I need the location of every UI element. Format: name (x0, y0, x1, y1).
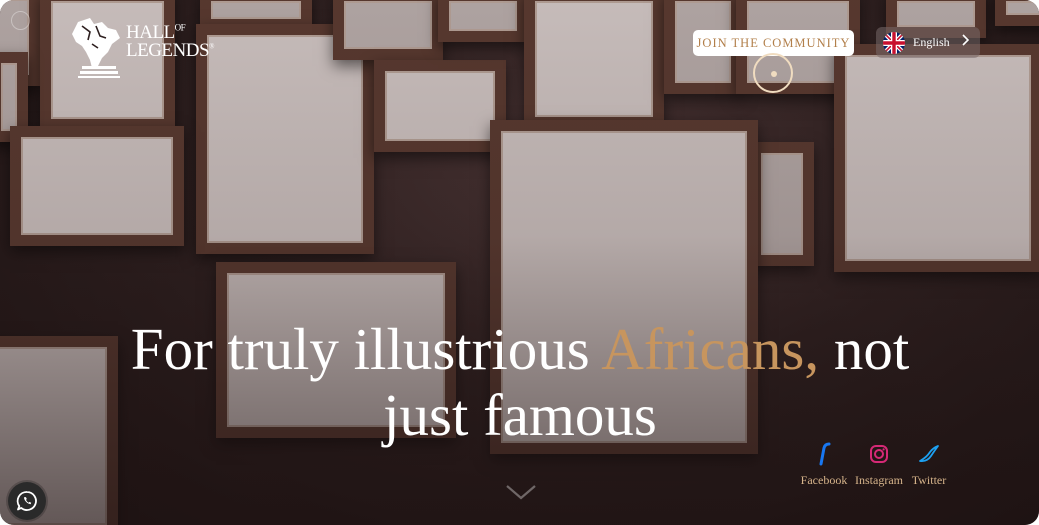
facebook-icon (794, 441, 854, 467)
chevron-right-icon (961, 34, 970, 51)
instagram-label: Instagram (855, 473, 903, 487)
logo-line-of: OF (174, 22, 186, 33)
language-label: English (913, 35, 950, 49)
africa-map-icon (72, 18, 120, 78)
hero-headline: For truly illustrious Africans, not just… (110, 316, 930, 448)
hero-section: HALLOF LEGENDS® JOIN THE COMMUNITY Engli… (0, 0, 1039, 525)
scroll-down-button[interactable] (504, 482, 538, 507)
whatsapp-icon (16, 491, 37, 511)
hall-of-legends-logo[interactable]: HALLOF LEGENDS® (68, 16, 238, 80)
language-selector[interactable]: English (876, 27, 980, 58)
loader-ring (11, 11, 30, 30)
chevron-down-icon (506, 485, 536, 500)
facebook-label: Facebook (800, 473, 848, 487)
cursor-dot (771, 71, 777, 77)
twitter-link[interactable]: Twitter (899, 441, 959, 488)
headline-accent-text: Africans, (601, 316, 820, 382)
headline-text-start: For truly illustrious (130, 316, 602, 382)
registered-mark: ® (209, 42, 214, 51)
facebook-link[interactable]: Facebook (794, 441, 854, 488)
twitter-icon (899, 441, 959, 467)
twitter-label: Twitter (911, 473, 947, 487)
logo-line-legends: LEGENDS (126, 40, 210, 61)
uk-flag-icon (883, 31, 905, 54)
whatsapp-button[interactable] (8, 482, 46, 520)
